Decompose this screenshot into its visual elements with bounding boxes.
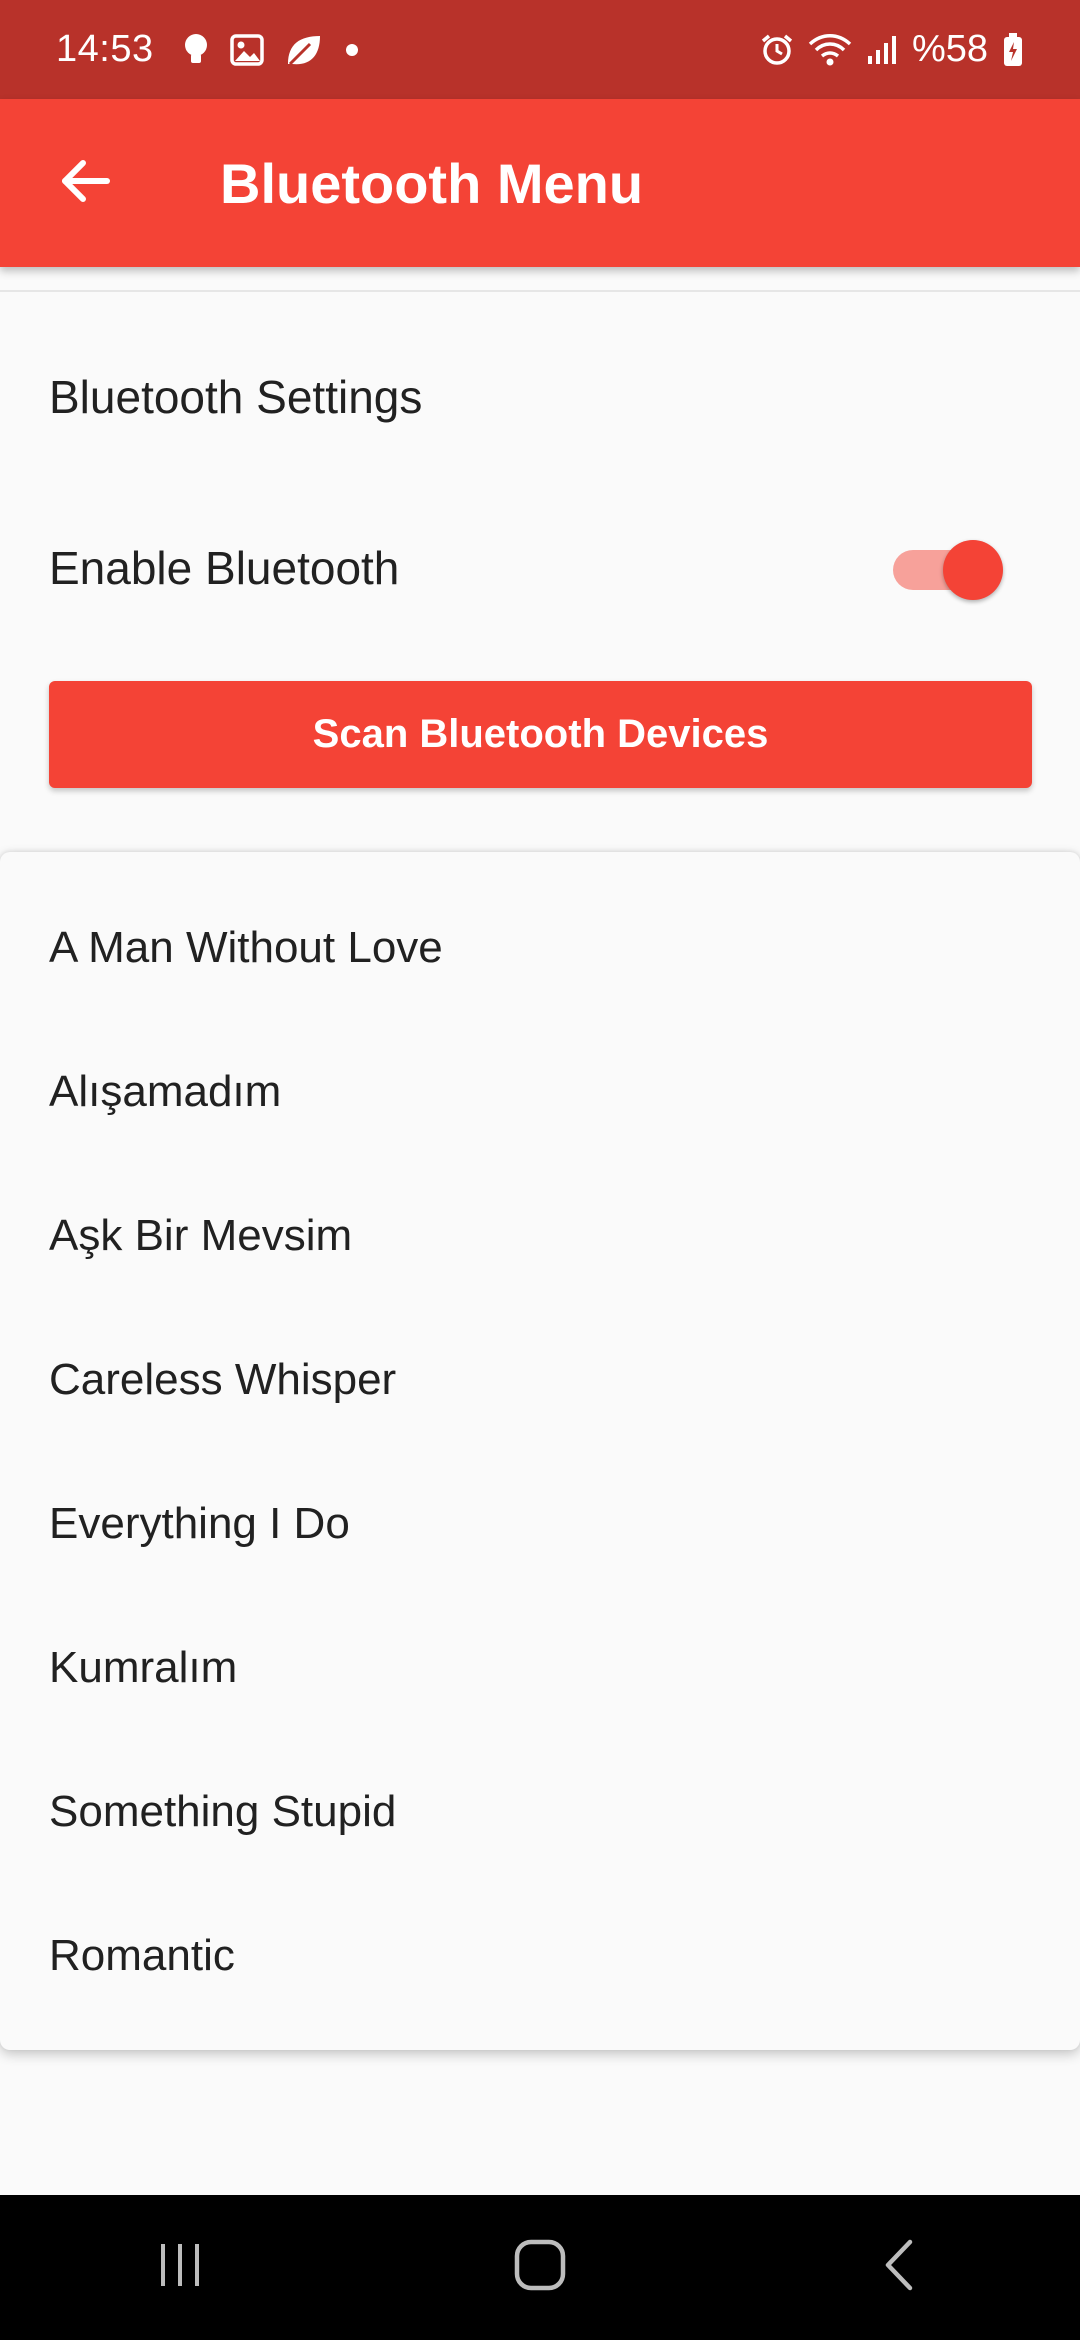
- list-item[interactable]: Alışamadım: [0, 1020, 1080, 1164]
- recents-button[interactable]: [120, 2208, 240, 2328]
- nav-back-button[interactable]: [840, 2208, 960, 2328]
- list-item[interactable]: Kumralım: [0, 1596, 1080, 1740]
- list-item[interactable]: Romantic: [0, 1884, 1080, 2028]
- status-time: 14:53: [56, 28, 154, 70]
- toggle-thumb: [943, 540, 1003, 600]
- navigation-bar: [0, 2195, 1080, 2340]
- divider: [0, 290, 1080, 292]
- alarm-icon: [760, 33, 794, 67]
- wifi-icon: [808, 32, 852, 68]
- leaf-icon: [284, 32, 324, 68]
- recents-icon: [155, 2240, 205, 2295]
- image-icon: [229, 33, 264, 66]
- status-bar: 14:53 %58: [0, 0, 1080, 99]
- back-icon: [880, 2238, 920, 2297]
- home-button[interactable]: [480, 2208, 600, 2328]
- list-item[interactable]: A Man Without Love: [0, 876, 1080, 1020]
- battery-percent: %58: [911, 28, 988, 70]
- arrow-back-icon: [57, 154, 111, 213]
- signal-icon: [866, 34, 898, 66]
- list-item[interactable]: Something Stupid: [0, 1740, 1080, 1884]
- dot-icon: [344, 42, 360, 58]
- enable-bluetooth-toggle[interactable]: [893, 540, 1003, 600]
- scan-bluetooth-devices-button[interactable]: Scan Bluetooth Devices: [49, 681, 1032, 788]
- list-item[interactable]: Careless Whisper: [0, 1308, 1080, 1452]
- enable-bluetooth-row[interactable]: Enable Bluetooth: [0, 520, 1080, 616]
- page-title: Bluetooth Menu: [220, 151, 644, 215]
- song-list-card: A Man Without Love Alışamadım Aşk Bir Me…: [0, 852, 1080, 2050]
- list-item[interactable]: Everything I Do: [0, 1452, 1080, 1596]
- settings-heading: Bluetooth Settings: [49, 371, 423, 423]
- bulb-icon: [182, 32, 210, 68]
- home-icon: [513, 2238, 567, 2297]
- enable-bluetooth-label: Enable Bluetooth: [49, 542, 400, 594]
- back-button[interactable]: [36, 135, 132, 231]
- app-bar: Bluetooth Menu: [0, 99, 1080, 267]
- status-right: %58: [760, 28, 1024, 71]
- list-item[interactable]: Aşk Bir Mevsim: [0, 1164, 1080, 1308]
- status-left: 14:53: [56, 28, 360, 71]
- battery-icon: [1002, 32, 1024, 68]
